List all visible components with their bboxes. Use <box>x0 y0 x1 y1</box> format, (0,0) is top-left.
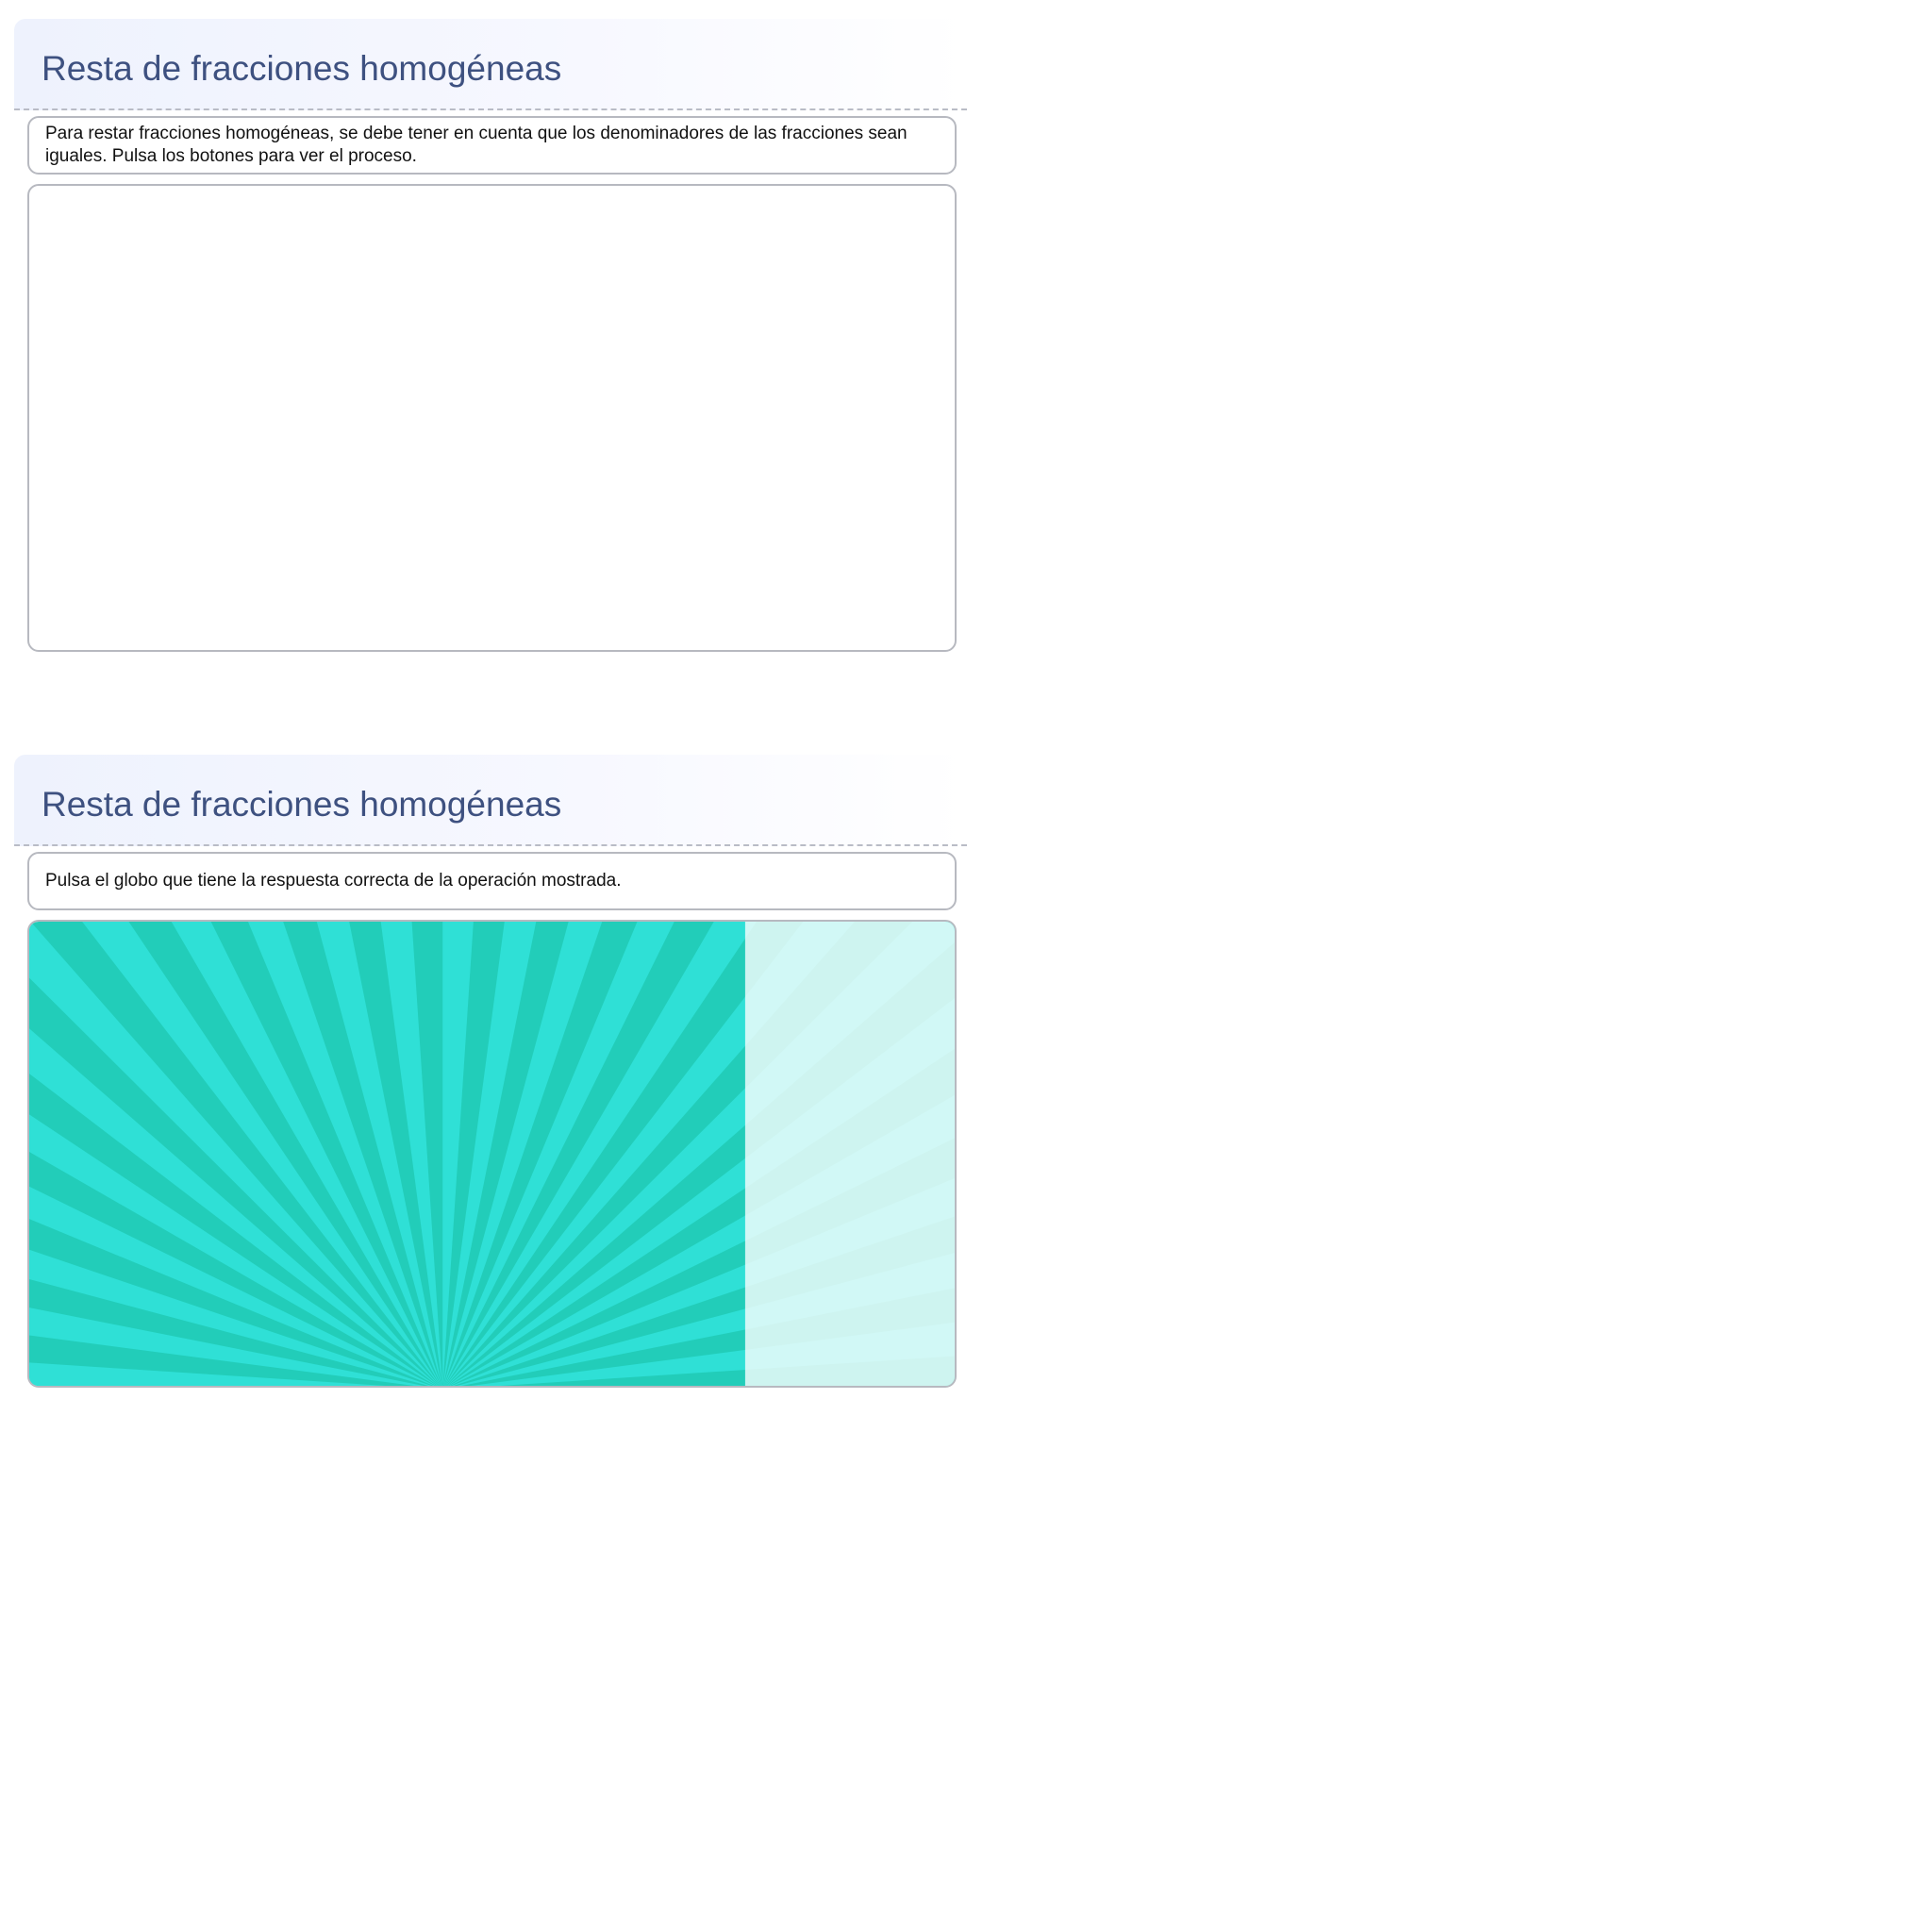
instruction-text: Pulsa el globo que tiene la respuesta co… <box>45 871 622 891</box>
activity-header: Resta de fracciones homogéneas <box>14 755 967 846</box>
balloon-game-area[interactable] <box>27 920 957 1388</box>
faded-right-panel <box>744 922 955 1386</box>
instruction-box: Pulsa el globo que tiene la respuesta co… <box>27 852 957 910</box>
interactive-content-area[interactable] <box>27 184 957 652</box>
activity-title: Resta de fracciones homogéneas <box>42 49 562 88</box>
activity-section-balloon-game: Resta de fracciones homogéneas Pulsa el … <box>14 755 967 1388</box>
sunburst-background <box>29 922 955 1386</box>
instruction-text: Para restar fracciones homogéneas, se de… <box>45 124 908 166</box>
activity-header: Resta de fracciones homogéneas <box>14 19 967 110</box>
activity-title: Resta de fracciones homogéneas <box>42 785 562 824</box>
activity-section-subtraction-explanation: Resta de fracciones homogéneas Para rest… <box>14 19 967 652</box>
instruction-box: Para restar fracciones homogéneas, se de… <box>27 116 957 175</box>
